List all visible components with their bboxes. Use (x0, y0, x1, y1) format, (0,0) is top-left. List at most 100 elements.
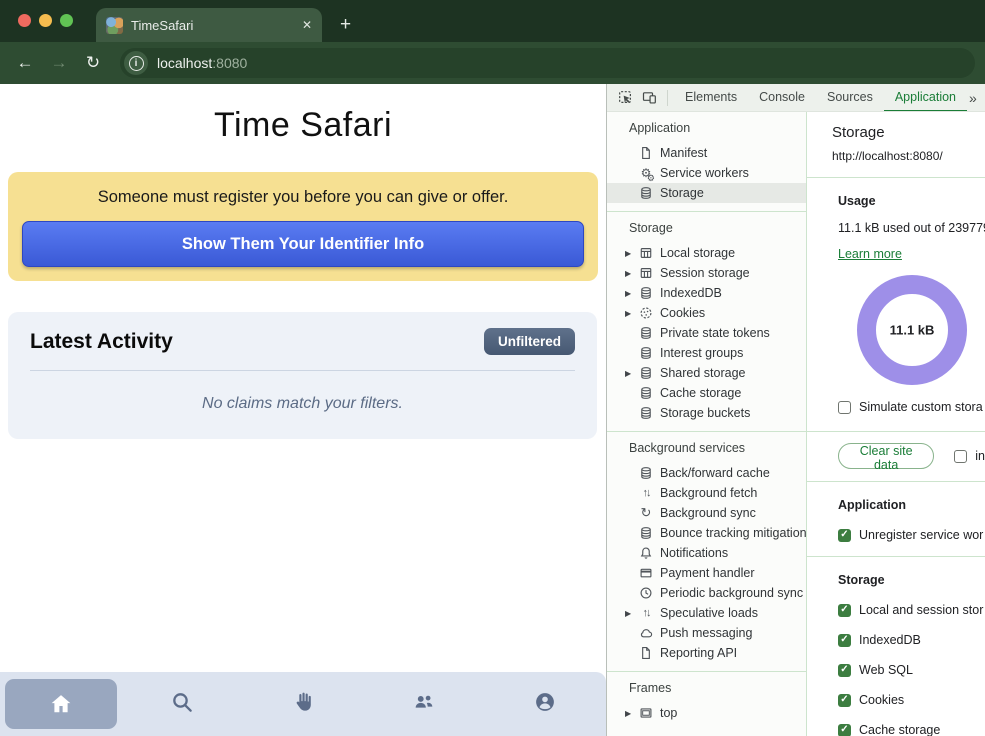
sidebar-item-local-storage[interactable]: ▶ Local storage (607, 243, 806, 263)
cookies-checkbox[interactable]: ✓ (838, 694, 851, 707)
expand-arrow-icon[interactable]: ▶ (625, 609, 638, 618)
storage-type-checkbox-row[interactable]: ✓ IndexedDB (838, 633, 985, 647)
tab-close-icon[interactable]: ✕ (302, 18, 312, 32)
expand-arrow-icon[interactable]: ▶ (625, 249, 638, 258)
nav-search-button[interactable] (121, 672, 242, 736)
expand-arrow-icon[interactable]: ▶ (625, 269, 638, 278)
inspect-element-icon[interactable] (613, 90, 637, 105)
sidebar-item-notifications[interactable]: Notifications (607, 543, 806, 563)
sidebar-item-bounce-tracking-mitigation[interactable]: Bounce tracking mitigation (607, 523, 806, 543)
address-bar[interactable]: i localhost:8080 (120, 48, 975, 78)
storage-type-checkbox-row[interactable]: ✓ Cookies (838, 693, 985, 707)
bottom-nav (0, 672, 606, 736)
sidebar-item-periodic-background-sync[interactable]: Periodic background sync (607, 583, 806, 603)
devtools-tab-sources[interactable]: Sources (816, 84, 884, 112)
sidebar-item-reporting-api[interactable]: Reporting API (607, 643, 806, 663)
nav-home-button[interactable] (0, 672, 121, 736)
zoom-window-button[interactable] (60, 14, 73, 27)
sidebar-item-push-messaging[interactable]: Push messaging (607, 623, 806, 643)
sidebar-item-service-workers[interactable]: ⚙⚙ Service workers (607, 163, 806, 183)
nav-person-button[interactable] (485, 672, 606, 736)
devtools-tab-elements[interactable]: Elements (674, 84, 748, 112)
card-icon (638, 565, 654, 581)
indexeddb-checkbox[interactable]: ✓ (838, 634, 851, 647)
unregister-service-wor-checkbox[interactable]: ✓ (838, 529, 851, 542)
database-icon (638, 345, 654, 361)
devtools-tab-console[interactable]: Console (748, 84, 816, 112)
usage-heading: Usage (838, 194, 985, 208)
panel-origin: http://localhost:8080/ (832, 149, 985, 163)
sidebar-section: Background services Back/forward cache ↑… (607, 432, 806, 672)
sidebar-item-cache-storage[interactable]: Cache storage (607, 383, 806, 403)
activity-empty-message: No claims match your filters. (30, 395, 575, 413)
more-tabs-icon[interactable]: » (969, 90, 977, 106)
sync-icon: ↻ (638, 505, 654, 521)
forward-button[interactable]: → (44, 53, 74, 73)
simulate-quota-checkbox-row[interactable]: Simulate custom stora (838, 400, 985, 414)
web-sql-checkbox[interactable]: ✓ (838, 664, 851, 677)
alert-message: Someone must register you before you can… (22, 188, 584, 207)
sidebar-item-storage[interactable]: Storage (607, 183, 806, 203)
show-identifier-button[interactable]: Show Them Your Identifier Info (22, 221, 584, 267)
cache-storage-checkbox[interactable]: ✓ (838, 724, 851, 736)
learn-more-link[interactable]: Learn more (838, 247, 902, 261)
database-icon (638, 365, 654, 381)
site-info-icon[interactable]: i (124, 51, 148, 75)
expand-arrow-icon[interactable]: ▶ (625, 369, 638, 378)
including-checkbox[interactable] (954, 450, 967, 463)
tab-strip: TimeSafari ✕ + (0, 0, 985, 42)
storage-detail-panel: Storage http://localhost:8080/ Usage 11.… (807, 112, 985, 736)
document-icon (638, 145, 654, 161)
local-and-session-stor-checkbox[interactable]: ✓ (838, 604, 851, 617)
sidebar-item-interest-groups[interactable]: Interest groups (607, 343, 806, 363)
sidebar-item-cookies[interactable]: ▶ Cookies (607, 303, 806, 323)
expand-arrow-icon[interactable]: ▶ (625, 709, 638, 718)
sidebar-item-session-storage[interactable]: ▶ Session storage (607, 263, 806, 283)
back-button[interactable]: ← (10, 53, 40, 73)
storage-type-checkbox-row[interactable]: ✓ Unregister service wor (838, 528, 985, 542)
sidebar-section: Frames ▶ top (607, 672, 806, 731)
storage-type-checkbox-row[interactable]: ✓ Local and session stor (838, 603, 985, 617)
new-tab-button[interactable]: + (340, 15, 351, 34)
sidebar-item-top[interactable]: ▶ top (607, 703, 806, 723)
activity-divider (30, 370, 575, 371)
database-icon (638, 525, 654, 541)
nav-hand-button[interactable] (242, 672, 363, 736)
minimize-window-button[interactable] (39, 14, 52, 27)
sidebar-item-background-fetch[interactable]: ↑↓ Background fetch (607, 483, 806, 503)
updown-icon: ↑↓ (638, 605, 654, 621)
sidebar-item-shared-storage[interactable]: ▶ Shared storage (607, 363, 806, 383)
sidebar-section: Application Manifest ⚙⚙ Service workers … (607, 112, 806, 212)
devtools-sidebar: Application Manifest ⚙⚙ Service workers … (607, 112, 807, 736)
expand-arrow-icon[interactable]: ▶ (625, 289, 638, 298)
bell-icon (638, 545, 654, 561)
sidebar-item-private-state-tokens[interactable]: Private state tokens (607, 323, 806, 343)
sidebar-item-payment-handler[interactable]: Payment handler (607, 563, 806, 583)
reload-button[interactable]: ↻ (78, 53, 108, 73)
browser-tab[interactable]: TimeSafari ✕ (96, 8, 322, 42)
sidebar-item-indexeddb[interactable]: ▶ IndexedDB (607, 283, 806, 303)
sidebar-item-back-forward-cache[interactable]: Back/forward cache (607, 463, 806, 483)
close-window-button[interactable] (18, 14, 31, 27)
tab-title: TimeSafari (131, 18, 294, 33)
device-toolbar-icon[interactable] (637, 90, 661, 105)
sidebar-item-manifest[interactable]: Manifest (607, 143, 806, 163)
unfiltered-badge[interactable]: Unfiltered (484, 328, 575, 355)
clear-site-data-button[interactable]: Clear site data (838, 443, 934, 469)
expand-arrow-icon[interactable]: ▶ (625, 309, 638, 318)
devtools-tab-application[interactable]: Application (884, 84, 967, 112)
nav-people-button[interactable] (364, 672, 485, 736)
panel-title: Storage (832, 124, 985, 141)
storage-type-checkbox-row[interactable]: ✓ Web SQL (838, 663, 985, 677)
sidebar-item-storage-buckets[interactable]: Storage buckets (607, 403, 806, 423)
simulate-quota-checkbox[interactable] (838, 401, 851, 414)
storage-type-checkbox-row[interactable]: ✓ Cache storage (838, 723, 985, 736)
sidebar-item-speculative-loads[interactable]: ▶ ↑↓ Speculative loads (607, 603, 806, 623)
sidebar-item-background-sync[interactable]: ↻ Background sync (607, 503, 806, 523)
including-checkbox-row[interactable]: in (954, 449, 985, 463)
sidebar-section: Storage ▶ Local storage ▶ Session storag… (607, 212, 806, 432)
updown-icon: ↑↓ (638, 485, 654, 501)
sidebar-section-title: Background services (607, 441, 806, 463)
divider (807, 431, 985, 432)
database-icon (638, 325, 654, 341)
